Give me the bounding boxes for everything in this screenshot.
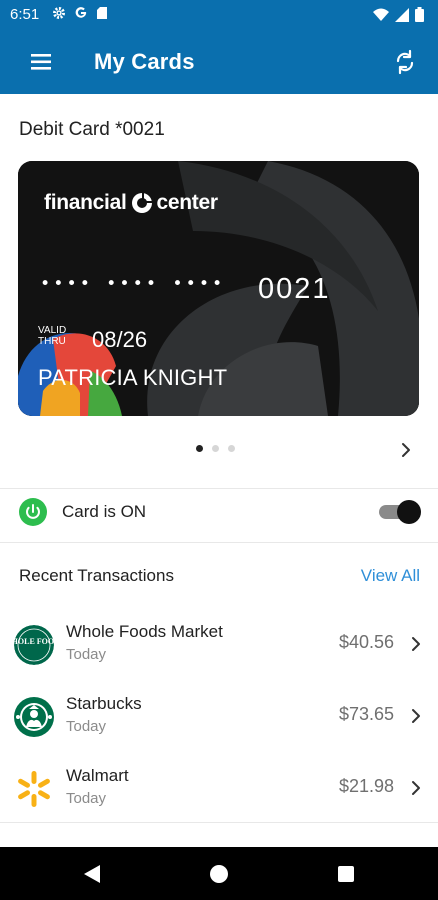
card-expiry: 08/26 xyxy=(92,327,148,352)
recents-icon[interactable] xyxy=(338,866,354,882)
card-brand-right: center xyxy=(156,191,219,214)
gear-icon xyxy=(53,7,65,19)
status-icons-right xyxy=(373,7,424,22)
status-time: 6:51 xyxy=(10,6,40,23)
transaction-row[interactable]: Starbucks Today $73.65 xyxy=(0,689,438,761)
pager-dot[interactable] xyxy=(212,445,219,452)
transaction-date: Today xyxy=(66,646,107,663)
divider xyxy=(0,822,438,823)
starbucks-logo-icon xyxy=(14,697,54,737)
card-brand-left: financial xyxy=(44,191,127,214)
chevron-right-icon xyxy=(412,781,420,795)
home-icon[interactable] xyxy=(210,865,228,883)
toggle-thumb xyxy=(397,500,421,524)
app-bar: My Cards xyxy=(0,30,438,94)
pager-dot[interactable] xyxy=(228,445,235,452)
transaction-row[interactable]: WHOLE FOODS Whole Foods Market Today $40… xyxy=(0,617,438,689)
chevron-right-icon[interactable] xyxy=(398,440,414,460)
battery-icon xyxy=(415,7,424,22)
power-icon xyxy=(19,498,47,526)
card-last4: 0021 xyxy=(258,273,331,305)
sd-card-icon xyxy=(97,7,107,19)
status-icons-left xyxy=(52,6,108,20)
transaction-amount: $73.65 xyxy=(338,704,394,724)
hamburger-menu-icon[interactable] xyxy=(28,50,56,74)
cellular-icon xyxy=(395,7,409,22)
transaction-date: Today xyxy=(66,718,107,735)
status-bar: 6:51 xyxy=(0,0,438,30)
view-all-link[interactable]: View All xyxy=(361,566,420,586)
card-on-toggle[interactable] xyxy=(377,500,421,524)
transaction-date: Today xyxy=(66,790,107,807)
google-icon xyxy=(75,7,87,18)
back-icon[interactable] xyxy=(82,863,102,885)
recent-transactions-heading: Recent Transactions xyxy=(19,566,174,585)
system-nav-bar xyxy=(0,847,438,900)
card-heading: Debit Card *0021 xyxy=(19,119,165,140)
wifi-icon xyxy=(373,8,389,21)
whole-foods-logo-text: WHOLE FOODS xyxy=(14,637,54,646)
transaction-merchant: Starbucks xyxy=(66,694,142,713)
whole-foods-logo-icon: WHOLE FOODS xyxy=(14,625,54,665)
divider xyxy=(0,542,438,543)
transaction-amount: $21.98 xyxy=(338,776,394,796)
chevron-right-icon xyxy=(412,709,420,723)
chevron-right-icon xyxy=(412,637,420,651)
transaction-merchant: Whole Foods Market xyxy=(66,622,223,641)
valid-thru-label: VALID THRU xyxy=(38,325,67,347)
financial-center-logo-icon xyxy=(131,193,152,213)
walmart-spark-icon xyxy=(14,769,54,809)
card-holder-name: PATRICIA KNIGHT xyxy=(38,365,228,390)
transaction-amount: $40.56 xyxy=(338,632,394,652)
debit-card[interactable]: financial center •••• •••• •••• 0021 VAL… xyxy=(18,161,419,416)
transaction-merchant: Walmart xyxy=(66,766,129,785)
refresh-icon[interactable] xyxy=(390,47,420,77)
page-title: My Cards xyxy=(94,49,195,74)
card-masked-number: •••• •••• •••• xyxy=(40,274,226,294)
pager-dot[interactable] xyxy=(196,445,203,452)
card-brand-logo: financial center xyxy=(44,191,218,215)
card-pager-dots xyxy=(196,445,235,452)
divider xyxy=(0,488,438,489)
card-status-text: Card is ON xyxy=(62,502,147,521)
